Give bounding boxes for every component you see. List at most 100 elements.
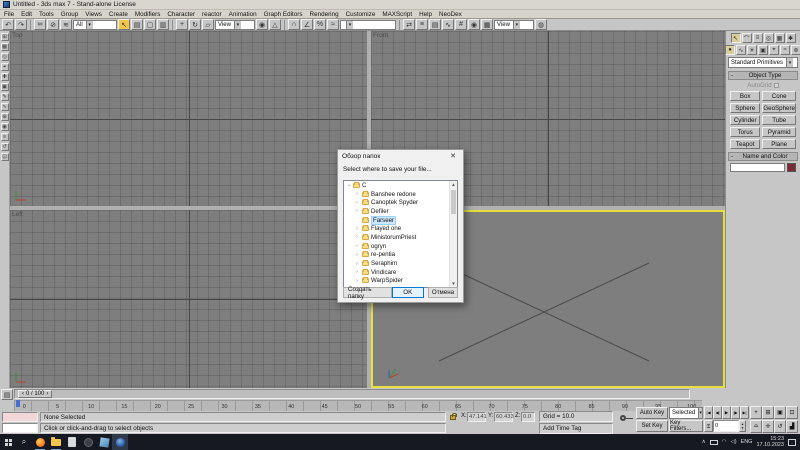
reference-coordinate-dropdown[interactable]: View ▾ — [215, 20, 255, 30]
category-spacewarps-icon[interactable]: ≈ — [780, 45, 790, 55]
viewport-left[interactable]: Left — [10, 210, 367, 388]
zoom-extents-icon[interactable]: ▣ — [774, 406, 786, 419]
select-object-icon[interactable]: ↖ — [118, 19, 130, 30]
key-mode-toggle-icon[interactable]: ⚿ — [704, 420, 713, 432]
viewport-top[interactable]: Top — [10, 31, 367, 206]
object-type-rollout[interactable]: - Object Type — [728, 71, 798, 80]
folder-row[interactable]: ›Flayed one — [344, 224, 457, 233]
maxscript-listener-pink[interactable] — [2, 412, 38, 422]
time-slider-track[interactable]: ‹ 0 / 100 › — [14, 389, 690, 399]
z-coordinate-field[interactable]: 0.0 — [521, 412, 535, 422]
select-scale-icon[interactable]: ▱ — [202, 19, 214, 30]
action-center-icon[interactable] — [788, 439, 796, 446]
plane-button[interactable]: Plane — [762, 139, 796, 149]
caret-closed-icon[interactable]: › — [356, 234, 360, 240]
calculator-icon[interactable] — [64, 434, 80, 450]
folder-row[interactable]: ›ogryn — [344, 242, 457, 251]
tree-root-row[interactable]: ⌄ C — [344, 181, 457, 190]
menu-edit[interactable]: Edit — [21, 11, 32, 18]
folder-row[interactable]: ›MinistorumPriest — [344, 233, 457, 242]
folder-tree[interactable]: ⌄ C ›Banshee redone ›Canoptek Spyder ›De… — [343, 180, 458, 288]
region-select-icon[interactable]: ▢ — [144, 19, 156, 30]
dialog-titlebar[interactable]: Обзор папок ✕ — [338, 150, 463, 162]
menu-animation[interactable]: Animation — [229, 11, 257, 18]
left-tool-icon[interactable]: ◎ — [1, 53, 9, 61]
caret-closed-icon[interactable]: › — [356, 252, 360, 258]
scrollbar-thumb[interactable] — [451, 190, 456, 214]
menu-reactor[interactable]: reactor — [202, 11, 222, 18]
render-setup-icon[interactable]: ▦ — [481, 19, 493, 30]
slider-left-arrow-icon[interactable]: ‹ — [22, 391, 24, 397]
left-tool-icon[interactable]: ↺ — [1, 143, 9, 151]
menu-modifiers[interactable]: Modifiers — [135, 11, 161, 18]
tab-hierarchy-icon[interactable]: ≡ — [753, 33, 763, 43]
cancel-button[interactable]: Отмена — [428, 287, 458, 298]
select-manipulate-icon[interactable]: △ — [269, 19, 281, 30]
caret-closed-icon[interactable]: › — [356, 278, 360, 284]
use-center-icon[interactable]: ◉ — [256, 19, 268, 30]
undo-icon[interactable]: ↶ — [2, 19, 14, 30]
selection-lock-icon[interactable] — [450, 415, 456, 420]
tab-modify-icon[interactable]: ⌒ — [742, 33, 752, 43]
scroll-down-icon[interactable]: ▼ — [450, 281, 457, 286]
angle-snap-icon[interactable]: ∠ — [301, 19, 313, 30]
taskbar-clock[interactable]: 15:23 17.10.2023 — [756, 436, 784, 449]
menu-rendering[interactable]: Rendering — [310, 11, 339, 18]
zoom-icon[interactable]: + — [750, 406, 762, 419]
window-crossing-icon[interactable]: ▥ — [157, 19, 169, 30]
language-indicator[interactable]: ENG — [741, 439, 753, 445]
menu-file[interactable]: File — [4, 11, 14, 18]
volume-icon[interactable]: ◁) — [730, 439, 736, 445]
zoom-all-icon[interactable]: ⊞ — [762, 406, 774, 419]
menu-neodex[interactable]: NeoDex — [439, 11, 462, 18]
category-helpers-icon[interactable]: ⌖ — [769, 45, 779, 55]
play-animation-icon[interactable]: ▶ — [722, 406, 731, 419]
zoom-extents-all-icon[interactable]: ⊡ — [786, 406, 798, 419]
dialog-close-icon[interactable]: ✕ — [447, 150, 459, 162]
ok-button[interactable]: OK — [392, 287, 424, 298]
current-frame-field[interactable]: 0 — [713, 420, 739, 432]
folder-row[interactable]: ›Seraphim — [344, 259, 457, 268]
folder-row-selected[interactable]: Farseer — [344, 216, 457, 225]
caret-closed-icon[interactable]: › — [356, 261, 360, 267]
redo-icon[interactable]: ↷ — [15, 19, 27, 30]
spinner-down-icon[interactable]: ▾ — [742, 426, 744, 430]
category-lights-icon[interactable]: ☀ — [747, 45, 757, 55]
menu-tools[interactable]: Tools — [39, 11, 54, 18]
battery-icon[interactable] — [710, 440, 718, 445]
caret-closed-icon[interactable]: › — [356, 191, 360, 197]
caret-closed-icon[interactable]: › — [356, 200, 360, 206]
field-of-view-icon[interactable]: ⌓ — [750, 420, 762, 433]
schematic-view-icon[interactable]: # — [455, 19, 467, 30]
quick-render-icon[interactable]: ◍ — [535, 19, 547, 30]
go-to-end-icon[interactable]: ▶| — [740, 406, 749, 419]
viewport-front-label[interactable]: Front — [373, 32, 388, 39]
select-move-icon[interactable]: + — [176, 19, 188, 30]
timeline-ruler[interactable]: 0510152025303540455055606570758085909510… — [14, 400, 702, 411]
caret-closed-icon[interactable]: › — [356, 226, 360, 232]
blue-app-icon[interactable] — [96, 434, 112, 450]
min-max-toggle-icon[interactable]: ▟ — [786, 420, 798, 433]
default-in-out-tangent-icon[interactable] — [620, 415, 626, 421]
taskbar-search-icon[interactable]: ⌕ — [16, 434, 32, 450]
3dsmax-taskbar-icon[interactable] — [112, 434, 128, 450]
menu-help[interactable]: Help — [419, 11, 432, 18]
tube-button[interactable]: Tube — [762, 115, 796, 125]
left-tool-icon[interactable]: ▣ — [1, 83, 9, 91]
spinner-snap-icon[interactable]: ≈ — [327, 19, 339, 30]
named-selection-dropdown[interactable]: ▾ — [340, 20, 396, 30]
left-tool-icon[interactable]: ◉ — [1, 123, 9, 131]
material-editor-icon[interactable]: ◉ — [468, 19, 480, 30]
folder-row[interactable]: ›Banshee redone — [344, 190, 457, 199]
folder-row[interactable]: ›Canoptek Spyder — [344, 198, 457, 207]
percent-snap-icon[interactable]: % — [314, 19, 326, 30]
menu-customize[interactable]: Customize — [346, 11, 376, 18]
viewport-top-label[interactable]: Top — [12, 32, 22, 39]
tree-scrollbar[interactable]: ▲ ▼ — [449, 181, 457, 287]
menu-group[interactable]: Group — [61, 11, 79, 18]
left-tool-icon[interactable]: ⊕ — [1, 113, 9, 121]
name-color-rollout[interactable]: - Name and Color — [728, 152, 798, 161]
category-systems-icon[interactable]: ⊚ — [791, 45, 800, 55]
left-tool-icon[interactable]: ✎ — [1, 93, 9, 101]
folder-row[interactable]: ›WarpSpider — [344, 277, 457, 286]
